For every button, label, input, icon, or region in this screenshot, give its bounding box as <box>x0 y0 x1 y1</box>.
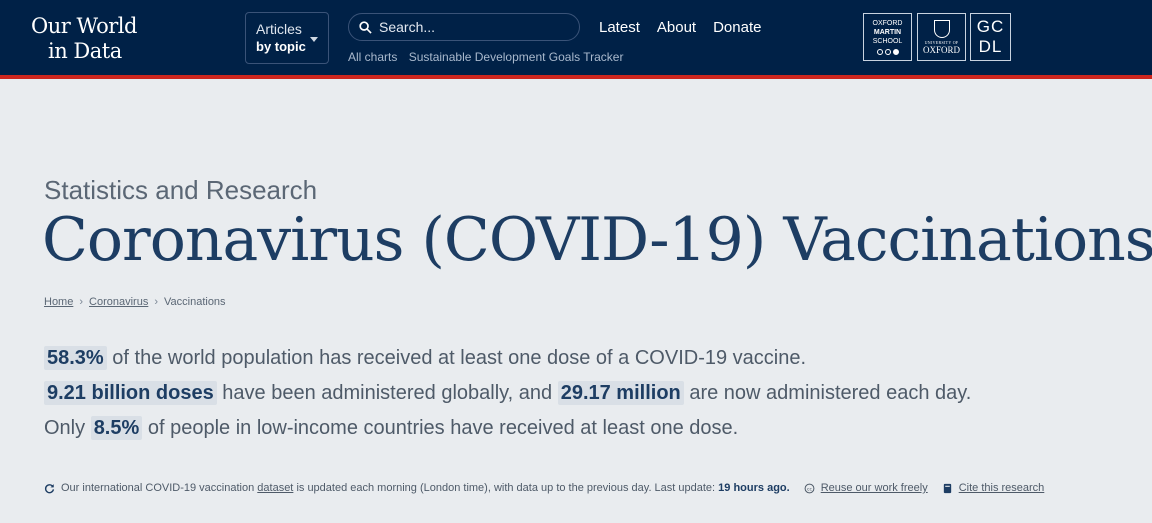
key-statistics: 58.3% of the world population has receiv… <box>44 341 971 446</box>
book-icon <box>943 483 951 493</box>
oxford-martin-school-logo[interactable]: OXFORD MARTIN SCHOOL <box>863 13 912 61</box>
chevron-right-icon: › <box>154 296 158 308</box>
oms-line-1: OXFORD <box>872 20 903 27</box>
stat-line-2-end: are now administered each day. <box>689 382 972 404</box>
stat-share-vaccinated: 58.3% <box>44 346 107 370</box>
header-accent-stripe <box>0 75 1152 79</box>
logo-line-1: Our World <box>31 14 137 38</box>
logo-line-2: in Data <box>48 39 122 63</box>
svg-text:cc: cc <box>807 487 813 492</box>
page-title: Coronavirus (COVID-19) Vaccinations <box>42 205 1152 275</box>
chevron-down-icon <box>310 37 318 42</box>
site-header: Our World in Data Articles by topic All … <box>0 0 1152 75</box>
topics-label-2: by topic <box>256 39 306 54</box>
cite-research-link[interactable]: Cite this research <box>959 482 1045 494</box>
stat-line-2: 9.21 billion doses have been administere… <box>44 376 971 411</box>
search-box[interactable] <box>348 13 580 41</box>
update-note: Our international COVID-19 vaccination d… <box>44 482 1044 494</box>
nav-donate[interactable]: Donate <box>713 19 761 36</box>
stat-line-2-mid: have been administered globally, and <box>222 382 553 404</box>
refresh-icon <box>44 483 55 493</box>
stat-low-income-share: 8.5% <box>90 416 143 440</box>
breadcrumb-coronavirus[interactable]: Coronavirus <box>89 296 148 308</box>
stat-line-1-text: of the world population has received at … <box>112 347 807 369</box>
breadcrumb-current: Vaccinations <box>164 296 226 308</box>
page-supertitle: Statistics and Research <box>44 175 318 205</box>
gcdl-logo[interactable]: GC DL <box>970 13 1011 61</box>
stat-daily-doses: 29.17 million <box>557 381 684 405</box>
stat-total-doses: 9.21 billion doses <box>44 381 217 405</box>
topics-label-1: Articles <box>256 21 302 37</box>
main-navigation: Latest About Donate <box>599 19 778 36</box>
gcdl-line-1: GC <box>976 17 1005 36</box>
all-charts-link[interactable]: All charts <box>348 50 397 64</box>
stat-line-3-end: of people in low-income countries have r… <box>147 417 739 439</box>
sdg-tracker-link[interactable]: Sustainable Development Goals Tracker <box>409 50 624 64</box>
oxford-name: OXFORD <box>922 44 960 55</box>
last-update-value: 19 hours ago. <box>718 482 790 494</box>
nav-latest[interactable]: Latest <box>599 19 640 36</box>
chevron-right-icon: › <box>79 296 84 308</box>
dataset-link[interactable]: dataset <box>257 482 293 494</box>
stat-line-3: Only 8.5% of people in low-income countr… <box>44 411 971 446</box>
site-logo[interactable]: Our World in Data <box>31 14 141 64</box>
oxford-crest-icon <box>933 19 950 38</box>
stat-line-1: 58.3% of the world population has receiv… <box>44 341 971 376</box>
search-input[interactable] <box>379 19 569 35</box>
nav-about[interactable]: About <box>657 19 696 36</box>
update-note-middle: is updated each morning (London time), w… <box>296 482 716 494</box>
stat-line-3-start: Only <box>44 417 86 439</box>
articles-by-topic-button[interactable]: Articles by topic <box>245 12 329 64</box>
creative-commons-icon: cc <box>804 483 815 493</box>
university-of-oxford-logo[interactable]: UNIVERSITY OF OXFORD <box>917 13 966 61</box>
oms-dots-icon <box>876 49 899 55</box>
reuse-work-link[interactable]: Reuse our work freely <box>821 482 928 494</box>
sub-navigation: All charts Sustainable Development Goals… <box>348 50 631 64</box>
update-note-prefix: Our international COVID-19 vaccination <box>61 482 255 494</box>
breadcrumb-home[interactable]: Home <box>44 296 73 308</box>
oms-line-3: SCHOOL <box>872 38 903 45</box>
breadcrumb: Home › Coronavirus › Vaccinations <box>44 296 226 308</box>
gcdl-line-2: DL <box>978 37 1003 56</box>
oms-line-2: MARTIN <box>873 29 902 36</box>
search-icon <box>359 20 372 34</box>
